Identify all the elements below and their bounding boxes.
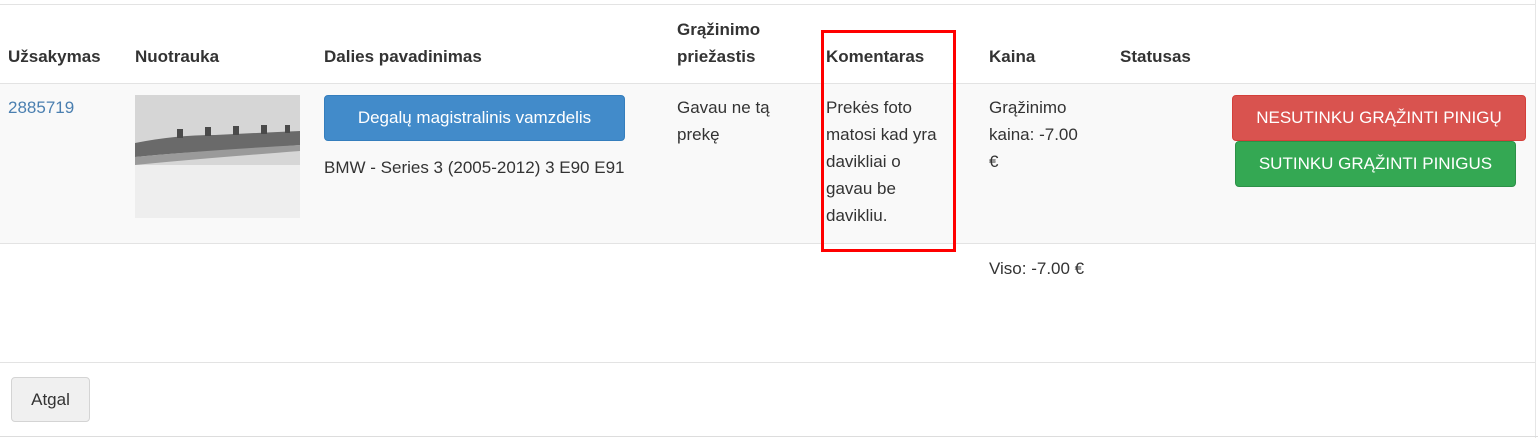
price-cell: Grąžinimo kaina: -7.00 € <box>989 94 1078 175</box>
total-text: Viso: -7.00 € <box>989 259 1085 278</box>
header-return-reason-line1: Grąžinimo <box>677 20 761 39</box>
header-price: Kaina <box>989 47 1036 66</box>
header-part-name: Dalies pavadinimas <box>324 47 482 66</box>
frame-border-bottom <box>0 436 1538 437</box>
row-divider <box>0 243 1535 244</box>
header-return-reason-line2: priežastis <box>677 47 756 66</box>
return-reason-line: Gavau ne tą <box>677 98 770 117</box>
price-line: Grąžinimo <box>989 98 1067 117</box>
frame-border-right <box>1535 0 1536 438</box>
return-reason-line: prekę <box>677 125 720 144</box>
car-model-text: BMW - Series 3 (2005-2012) 3 E90 E91 <box>324 158 625 177</box>
accept-refund-button[interactable]: SUTINKU GRĄŽINTI PINIGUS <box>1235 141 1516 187</box>
header-divider <box>0 83 1535 84</box>
reject-refund-button[interactable]: NESUTINKU GRĄŽINTI PINIGŲ <box>1232 95 1526 141</box>
part-photo-thumbnail <box>135 95 300 218</box>
price-line: € <box>989 152 999 171</box>
header-status: Statusas <box>1120 47 1191 66</box>
header-return-reason: Grąžinimo priežastis <box>677 16 760 70</box>
part-name-button[interactable]: Degalų magistralinis vamzdelis <box>324 95 625 141</box>
order-number-link[interactable]: 2885719 <box>8 94 74 121</box>
part-photo[interactable] <box>135 95 300 218</box>
comment-highlight-box <box>821 30 956 252</box>
header-order: Užsakymas <box>8 47 101 66</box>
footer-divider <box>0 362 1535 363</box>
header-photo: Nuotrauka <box>135 47 220 66</box>
price-line: kaina: -7.00 <box>989 125 1078 144</box>
table-top-divider <box>0 4 1535 5</box>
back-button[interactable]: Atgal <box>11 377 90 422</box>
return-reason-cell: Gavau ne tą prekę <box>677 94 770 148</box>
